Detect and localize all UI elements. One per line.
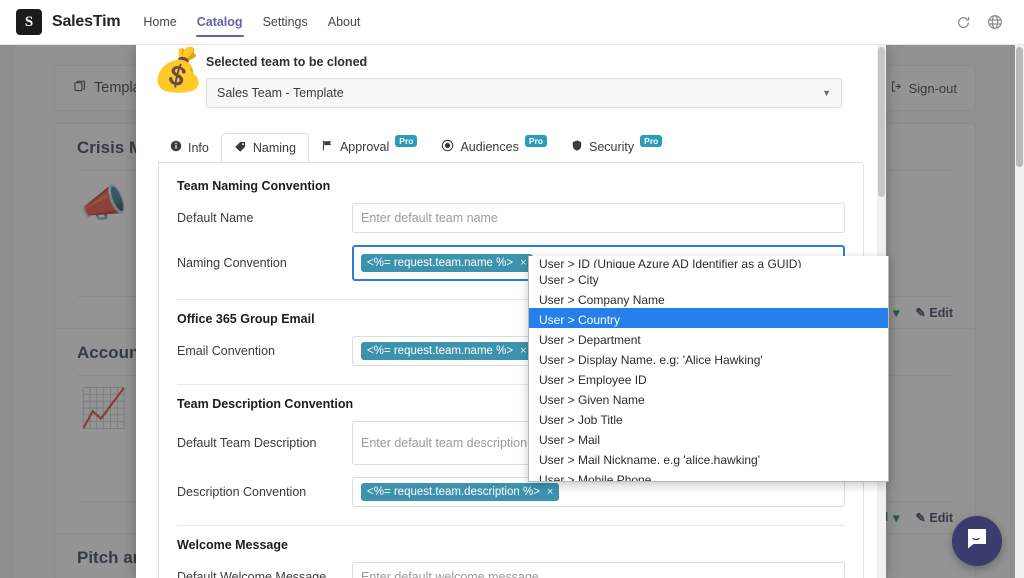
close-icon[interactable]: ×	[520, 345, 526, 357]
chat-bubble-icon	[964, 526, 990, 557]
selected-team-label: Selected team to be cloned	[206, 55, 368, 69]
tab-label: Info	[188, 140, 209, 155]
autocomplete-option[interactable]: User > ID (Unique Azure AD Identifier as…	[529, 256, 888, 268]
nav-link-settings[interactable]: Settings	[262, 2, 309, 42]
pro-badge: Pro	[640, 134, 663, 148]
autocomplete-option[interactable]: User > Given Name	[529, 388, 888, 408]
info-icon	[170, 140, 182, 155]
pro-badge: Pro	[395, 134, 418, 148]
naming-convention-label: Naming Convention	[177, 256, 287, 270]
row-default-welcome: Default Welcome Message Enter default we…	[159, 556, 863, 578]
tab-audiences[interactable]: Audiences Pro	[429, 133, 559, 161]
chevron-down-icon: ▼	[822, 88, 831, 98]
autocomplete-option[interactable]: User > Employee ID	[529, 368, 888, 388]
tab-label: Naming	[252, 141, 296, 155]
description-convention-label: Description Convention	[177, 485, 307, 499]
default-welcome-message-input[interactable]: Enter default welcome message	[352, 562, 845, 578]
modal-scrollbar-thumb[interactable]	[878, 47, 885, 197]
tab-label: Security	[589, 140, 635, 154]
default-welcome-message-label: Default Welcome Message	[177, 570, 327, 578]
section-divider	[177, 525, 845, 526]
flag-icon	[321, 139, 334, 155]
nav-link-home[interactable]: Home	[142, 2, 177, 42]
app-logo-icon: S	[16, 9, 42, 35]
default-name-label: Default Name	[177, 211, 254, 225]
close-icon[interactable]: ×	[547, 486, 553, 498]
tab-label: Approval	[339, 140, 390, 154]
token-autocomplete-dropdown[interactable]: User > ID (Unique Azure AD Identifier as…	[528, 256, 889, 482]
token-tag[interactable]: <%= request.team.name %> ×	[361, 342, 533, 360]
close-icon[interactable]: ×	[520, 257, 526, 269]
autocomplete-option[interactable]: User > City	[529, 268, 888, 288]
page-scrollbar[interactable]	[1015, 45, 1024, 578]
target-icon	[441, 139, 454, 155]
tab-approval[interactable]: Approval Pro	[309, 133, 430, 161]
globe-icon[interactable]	[982, 9, 1008, 35]
money-bag-icon: 💰	[152, 46, 205, 93]
token-tag-label: <%= request.team.name %>	[367, 345, 514, 357]
tab-info[interactable]: Info	[158, 134, 221, 161]
modal-header: 💰 Selected team to be cloned Sales Team …	[136, 45, 886, 108]
tab-security[interactable]: Security Pro	[559, 133, 674, 161]
default-name-input[interactable]: Enter default team name	[352, 203, 845, 233]
brand-title: SalesTim	[52, 13, 121, 30]
row-default-name: Default Name Enter default team name	[159, 197, 863, 239]
token-tag[interactable]: <%= request.team.description %> ×	[361, 483, 560, 501]
autocomplete-option[interactable]: User > Department	[529, 328, 888, 348]
nav-link-about[interactable]: About	[327, 2, 362, 42]
page-scrollbar-thumb[interactable]	[1016, 47, 1023, 167]
shield-icon	[571, 139, 583, 155]
chat-launcher-button[interactable]	[952, 516, 1002, 566]
tab-naming[interactable]: Naming	[220, 133, 309, 162]
autocomplete-option-selected[interactable]: User > Country	[529, 308, 888, 328]
autocomplete-option[interactable]: User > Mail Nickname. e.g 'alice.hawking…	[529, 448, 888, 468]
default-team-description-label: Default Team Description	[177, 436, 317, 450]
selected-team-dropdown[interactable]: Sales Team - Template ▼	[206, 78, 842, 108]
autocomplete-option[interactable]: User > Display Name. e.g: 'Alice Hawking…	[529, 348, 888, 368]
selected-team-value: Sales Team - Template	[217, 86, 344, 100]
section-title-team-naming: Team Naming Convention	[177, 179, 331, 193]
nav-link-catalog[interactable]: Catalog	[195, 2, 244, 42]
pro-badge: Pro	[524, 134, 547, 148]
tab-label: Audiences	[460, 140, 519, 154]
autocomplete-option[interactable]: User > Mail	[529, 428, 888, 448]
autocomplete-option[interactable]: User > Job Title	[529, 408, 888, 428]
top-navigation-bar: S SalesTim Home Catalog Settings About	[0, 0, 1024, 45]
tag-icon	[234, 140, 247, 156]
autocomplete-option[interactable]: User > Mobile Phone	[529, 468, 888, 481]
refresh-icon[interactable]	[950, 9, 976, 35]
token-tag-label: <%= request.team.name %>	[367, 257, 514, 269]
autocomplete-option[interactable]: User > Company Name	[529, 288, 888, 308]
section-title-welcome: Welcome Message	[177, 538, 288, 552]
email-convention-label: Email Convention	[177, 344, 275, 358]
token-tag[interactable]: <%= request.team.name %> ×	[361, 254, 533, 272]
token-tag-label: <%= request.team.description %>	[367, 486, 540, 498]
modal-tabs: Info Naming Approval Pro Audiences Pro S…	[136, 130, 886, 162]
